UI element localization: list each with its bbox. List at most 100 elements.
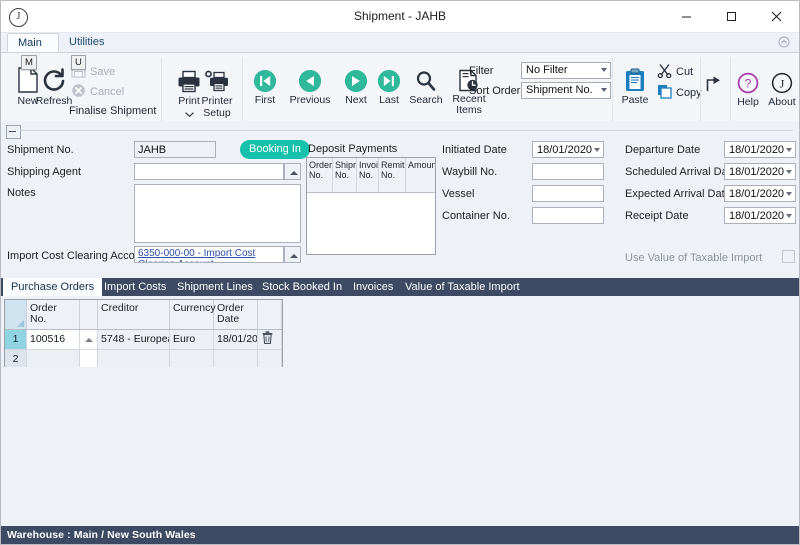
deposit-col-order-no[interactable]: Order No. — [307, 158, 333, 192]
trash-icon — [262, 335, 273, 347]
initiated-date-field[interactable]: 18/01/2020 — [532, 141, 604, 158]
vessel-field[interactable] — [532, 185, 604, 202]
deposit-payments-grid[interactable]: Order No. Shipment No. Invoice No. Remit… — [306, 157, 436, 255]
sort-order-select[interactable]: Shipment No. — [521, 82, 611, 99]
column-header-creditor[interactable]: Creditor — [98, 300, 170, 329]
copy-button-label: Copy — [676, 87, 702, 99]
tab-shipment-lines[interactable]: Shipment Lines — [169, 278, 261, 296]
shipping-agent-field[interactable] — [134, 163, 284, 180]
ribbon-tab-utilities[interactable]: Utilities — [59, 33, 114, 52]
expected-arrival-date-field[interactable]: 18/01/2020 — [724, 185, 796, 202]
use-value-of-taxable-import-label: Use Value of Taxable Import — [625, 252, 762, 264]
minimize-icon[interactable] — [664, 1, 709, 32]
import-cost-clearing-account-label: Import Cost Clearing Account — [7, 250, 150, 262]
save-button-label: Save — [90, 66, 115, 78]
send-button[interactable] — [703, 63, 727, 93]
maximize-icon[interactable] — [709, 1, 754, 32]
first-button[interactable]: First — [249, 62, 281, 106]
cell-creditor[interactable]: 5748 - European Ha — [98, 330, 170, 349]
tab-invoices[interactable]: Invoices — [345, 278, 401, 296]
ribbon-tab-main-label: Main — [18, 37, 42, 49]
tab-purchase-orders[interactable]: Purchase Orders — [3, 278, 102, 296]
chevron-down-icon — [786, 214, 792, 218]
panel-collapse-icon[interactable] — [6, 125, 21, 139]
paste-button[interactable]: Paste — [616, 62, 654, 106]
last-button[interactable]: Last — [373, 62, 405, 106]
tab-invoices-label: Invoices — [353, 281, 393, 293]
tab-value-of-taxable-import[interactable]: Value of Taxable Import — [397, 278, 528, 296]
window-controls — [664, 1, 799, 32]
first-button-label: First — [249, 94, 281, 106]
table-row[interactable]: 1 100516 5748 - European Ha Euro 18/01/2… — [5, 330, 282, 350]
recent-items-label-1: Recent Items — [445, 94, 493, 116]
cell-order-no[interactable]: 100516 — [27, 330, 80, 349]
chevron-down-icon — [786, 170, 792, 174]
chevron-down-icon — [786, 192, 792, 196]
finalise-shipment-button[interactable]: Finalise Shipment — [69, 105, 156, 117]
cancel-button-label: Cancel — [90, 86, 124, 98]
delete-row-button[interactable] — [258, 330, 282, 349]
deposit-col-amount[interactable]: Amount — [406, 158, 435, 192]
scheduled-arrival-date-field[interactable]: 18/01/2020 — [724, 163, 796, 180]
initiated-date-label: Initiated Date — [442, 144, 507, 156]
notes-textarea[interactable] — [134, 184, 301, 243]
previous-record-icon — [285, 62, 335, 92]
cancel-icon — [71, 83, 86, 101]
help-icon: ? — [732, 64, 764, 94]
collapse-ribbon-icon[interactable] — [777, 35, 791, 49]
column-header-currency[interactable]: Currency — [170, 300, 214, 329]
column-header-order-date[interactable]: Order Date — [214, 300, 258, 329]
deposit-col-shipment-no[interactable]: Shipment No. — [333, 158, 357, 192]
deposit-payments-header: Order No. Shipment No. Invoice No. Remit… — [307, 158, 435, 193]
import-cost-clearing-account-field[interactable]: 6350-000-00 - Import Cost Clearing Accou… — [134, 246, 284, 263]
purchase-orders-grid[interactable]: Order No. Creditor Currency Order Date 1… — [4, 299, 283, 367]
deposit-col-remit-no[interactable]: Remit No. — [379, 158, 406, 192]
copy-icon — [657, 84, 672, 102]
container-no-field[interactable] — [532, 207, 604, 224]
search-button[interactable]: Search — [405, 62, 447, 106]
cell-order-date[interactable]: 18/01/20 — [214, 330, 258, 349]
filter-select[interactable]: No Filter — [521, 62, 611, 79]
filter-value: No Filter — [526, 64, 568, 76]
close-icon[interactable] — [754, 1, 799, 32]
about-button[interactable]: J About — [764, 64, 800, 108]
printer-setup-button[interactable]: Printer Setup — [195, 63, 239, 119]
ribbon-tab-utilities-label: Utilities — [69, 36, 104, 48]
next-button[interactable]: Next — [339, 62, 373, 106]
tab-purchase-orders-label: Purchase Orders — [11, 281, 94, 293]
cut-button[interactable]: Cut — [657, 63, 693, 81]
tab-import-costs[interactable]: Import Costs — [96, 278, 174, 296]
search-icon — [405, 62, 447, 92]
ribbon-tab-main[interactable]: Main — [7, 33, 59, 52]
column-header-order-no[interactable]: Order No. — [27, 300, 80, 329]
tab-stock-booked-in[interactable]: Stock Booked In — [254, 278, 350, 296]
help-button[interactable]: ? Help — [732, 64, 764, 108]
column-header-spinner[interactable] — [80, 300, 98, 329]
departure-date-value: 18/01/2020 — [729, 144, 784, 156]
departure-date-field[interactable]: 18/01/2020 — [724, 141, 796, 158]
cell-currency[interactable]: Euro — [170, 330, 214, 349]
svg-text:J: J — [780, 77, 785, 91]
receipt-date-field[interactable]: 18/01/2020 — [724, 207, 796, 224]
grid-select-all-corner[interactable] — [5, 300, 27, 329]
purchase-orders-header-row: Order No. Creditor Currency Order Date — [5, 300, 282, 330]
shipment-no-label: Shipment No. — [7, 144, 74, 156]
application-window: J Shipment - JAHB Main Utilities — [0, 0, 800, 545]
column-header-actions[interactable] — [258, 300, 282, 329]
import-cost-clearing-lookup-button[interactable] — [284, 246, 301, 263]
previous-button[interactable]: Previous — [285, 62, 335, 106]
cell-order-no-spinner-icon[interactable] — [80, 330, 98, 349]
waybill-no-field[interactable] — [532, 163, 604, 180]
tab-stock-booked-in-label: Stock Booked In — [262, 281, 342, 293]
shipment-form-panel: Shipment No. JAHB Booking In Shipping Ag… — [1, 121, 799, 276]
waybill-no-label: Waybill No. — [442, 166, 497, 178]
about-button-label: About — [764, 96, 800, 108]
chevron-down-icon — [786, 148, 792, 152]
copy-button[interactable]: Copy — [657, 84, 702, 102]
use-value-of-taxable-import-checkbox — [782, 250, 795, 263]
printer-setup-label: Printer Setup — [195, 95, 239, 119]
shipment-no-field[interactable]: JAHB — [134, 141, 216, 158]
shipping-agent-lookup-button[interactable] — [284, 163, 301, 180]
paste-button-label: Paste — [616, 94, 654, 106]
deposit-col-invoice-no[interactable]: Invoice No. — [357, 158, 379, 192]
